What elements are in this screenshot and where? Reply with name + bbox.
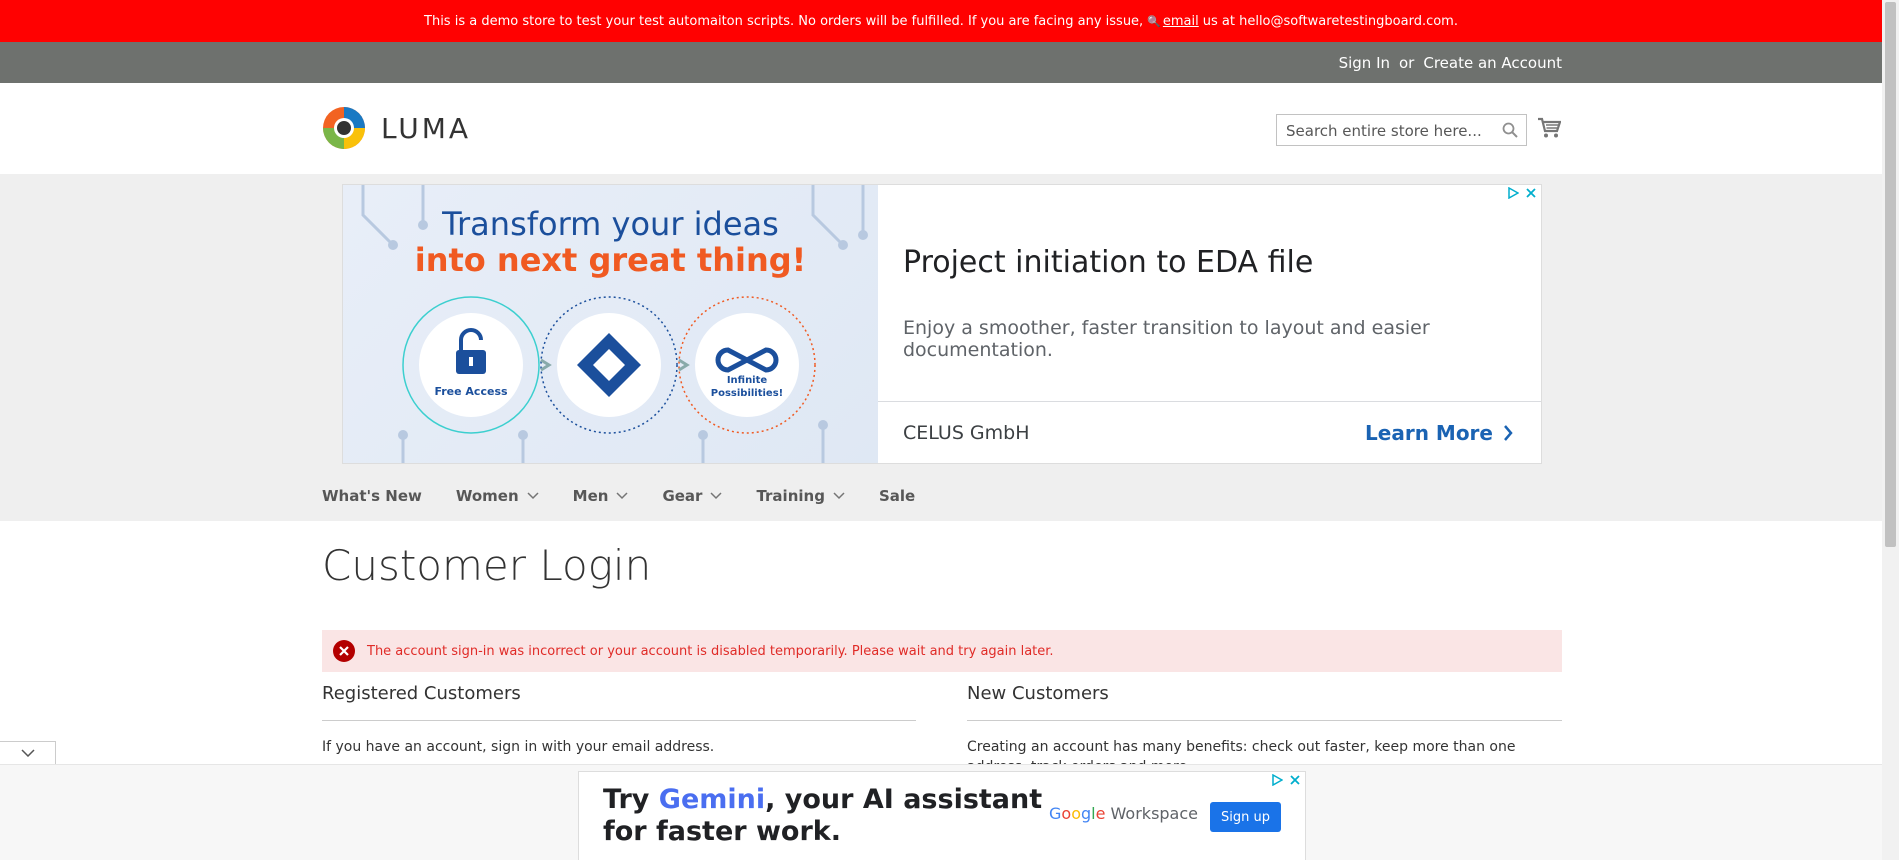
chevron-down-icon [710, 492, 722, 500]
bottom-ad-text-a: Try [603, 784, 659, 815]
ad-divider [878, 401, 1541, 402]
workspace-label: Workspace [1110, 804, 1198, 823]
error-icon [333, 640, 355, 662]
email-link[interactable]: email [1163, 14, 1199, 29]
scrollbar[interactable] [1882, 0, 1899, 860]
nav-item-training[interactable]: Training [756, 487, 845, 505]
ad-text-panel[interactable]: Project initiation to EDA file Enjoy a s… [878, 185, 1541, 463]
demo-notice-text: This is a demo store to test your test a… [424, 13, 1144, 29]
close-icon[interactable] [1525, 187, 1537, 199]
demo-notice-bar: This is a demo store to test your test a… [0, 0, 1882, 42]
ad-description: Enjoy a smoother, faster transition to l… [903, 317, 1430, 361]
ad-choices[interactable] [1507, 187, 1537, 199]
chevron-down-icon [20, 749, 35, 757]
error-text: The account sign-in was incorrect or you… [367, 643, 1054, 659]
ad-choices-icon[interactable] [1507, 187, 1519, 199]
collapse-ad-button[interactable] [0, 741, 56, 764]
create-account-link[interactable]: Create an Account [1423, 54, 1562, 72]
sign-in-link[interactable]: Sign In [1339, 54, 1390, 72]
ad-banner[interactable]: Transform your ideas into next great thi… [342, 184, 1542, 464]
divider [322, 720, 916, 721]
scrollbar-thumb[interactable] [1885, 2, 1896, 547]
nav-label: Men [572, 487, 609, 505]
nav-label: Women [455, 487, 519, 505]
chevron-right-icon [1504, 425, 1513, 441]
new-customers-title: New Customers [967, 683, 1109, 704]
learn-more-label: Learn More [1365, 421, 1493, 445]
or-separator: or [1399, 54, 1415, 72]
ad-choices[interactable] [1271, 774, 1301, 786]
panel-header: Sign In or Create an Account [0, 42, 1882, 83]
nav-item-women[interactable]: Women [456, 487, 539, 505]
divider [967, 720, 1562, 721]
logo[interactable]: LUMA [322, 106, 471, 150]
sign-up-button[interactable]: Sign up [1210, 802, 1281, 832]
bottom-ad-text-b: , your AI assistant [765, 784, 1043, 815]
cart-icon[interactable] [1537, 117, 1561, 139]
luma-logo-icon [323, 107, 365, 149]
ad-advertiser: CELUS GmbH [903, 422, 1030, 444]
page-title: Customer Login [322, 541, 652, 590]
ad-step3-a: Infinite [726, 375, 768, 386]
main-navigation: What's New Women Men Gear Training Sale [322, 487, 949, 505]
chevron-down-icon [527, 492, 539, 500]
search-input[interactable]: Search entire store here... [1276, 114, 1527, 146]
nav-item-sale[interactable]: Sale [879, 487, 915, 505]
bottom-ad-strip: Try Gemini, your AI assistant for faster… [0, 764, 1882, 860]
ad-step1: Free Access [434, 385, 508, 398]
demo-notice-text-after: us at hello@softwaretestingboard.com. [1202, 13, 1458, 29]
chevron-down-icon [833, 492, 845, 500]
logo-text: LUMA [381, 111, 472, 145]
chevron-down-icon [616, 492, 628, 500]
nav-label: What's New [322, 487, 422, 505]
nav-label: Gear [662, 487, 703, 505]
bottom-ad[interactable]: Try Gemini, your AI assistant for faster… [578, 771, 1306, 860]
nav-item-men[interactable]: Men [573, 487, 629, 505]
magnifier-icon: 🔍 [1147, 14, 1161, 28]
ad-area: Transform your ideas into next great thi… [0, 174, 1882, 521]
ad-image[interactable]: Transform your ideas into next great thi… [343, 185, 878, 463]
nav-label: Sale [878, 487, 916, 505]
header-links: Sign In or Create an Account [1339, 54, 1562, 72]
google-workspace-logo: Google Workspace [1049, 804, 1198, 823]
close-icon[interactable] [1289, 774, 1301, 786]
ad-image-line2: into next great thing! [414, 241, 807, 279]
registered-customers-title: Registered Customers [322, 683, 521, 704]
bottom-ad-gemini: Gemini [658, 784, 766, 815]
bottom-ad-headline: Try Gemini, your AI assistant for faster… [603, 784, 1042, 848]
registered-customers-text: If you have an account, sign in with you… [322, 739, 715, 755]
nav-item-gear[interactable]: Gear [662, 487, 722, 505]
search-placeholder: Search entire store here... [1286, 122, 1482, 140]
ad-headline[interactable]: Project initiation to EDA file [903, 245, 1313, 280]
error-message: The account sign-in was incorrect or you… [322, 630, 1562, 672]
nav-label: Training [756, 487, 825, 505]
bottom-ad-line2: for faster work. [603, 816, 842, 847]
ad-choices-icon[interactable] [1271, 774, 1283, 786]
learn-more-button[interactable]: Learn More [1365, 421, 1513, 445]
header-content: LUMA Search entire store here... [0, 83, 1882, 174]
nav-item-whats-new[interactable]: What's New [322, 487, 422, 505]
search-icon[interactable] [1502, 122, 1518, 138]
ad-step3-b: Possibilities! [710, 388, 784, 399]
ad-image-line1: Transform your ideas [442, 205, 779, 243]
